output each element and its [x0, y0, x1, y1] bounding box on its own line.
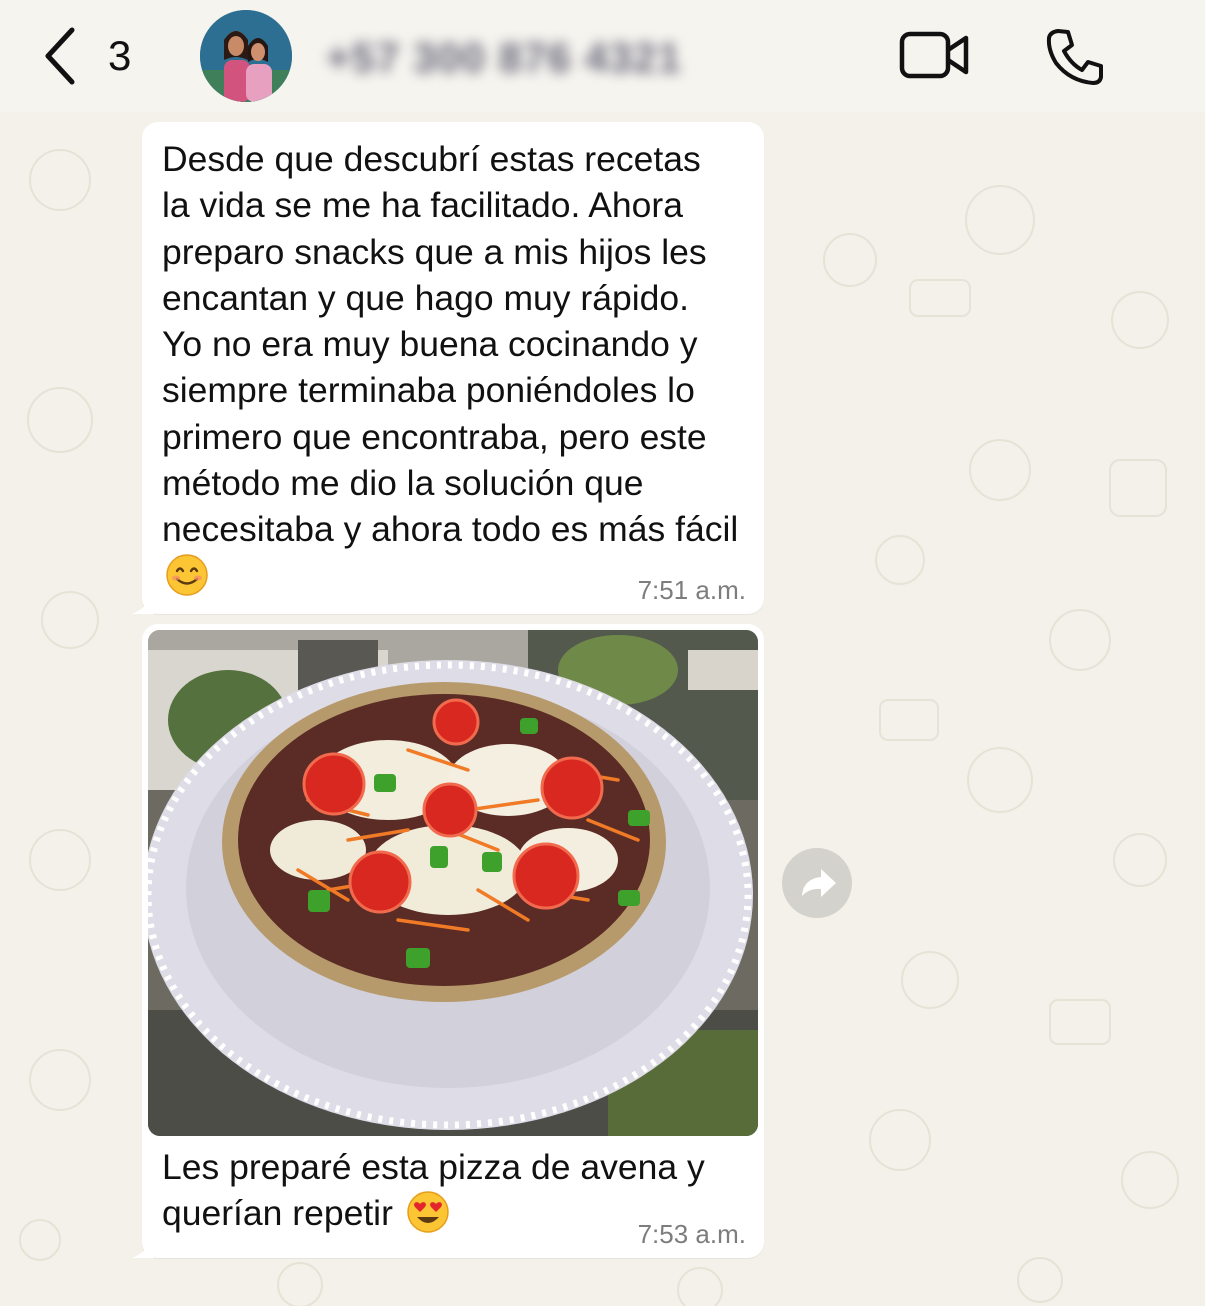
contact-photo — [200, 10, 292, 102]
bubble-tail — [132, 1240, 154, 1258]
photo-message-bubble[interactable]: Les preparé esta pizza de avena y quería… — [132, 624, 764, 1258]
avatar[interactable] — [200, 10, 292, 102]
message-time: 7:51 a.m. — [637, 575, 746, 605]
video-call-button[interactable] — [898, 28, 972, 82]
chat-header: 3 +57 300 876 4321 — [0, 0, 1205, 112]
chevron-left-icon — [45, 27, 75, 85]
pizza-photo[interactable] — [148, 630, 758, 1136]
contact-name[interactable]: +57 300 876 4321 — [326, 34, 682, 82]
pizza-image — [148, 630, 758, 1136]
forward-button[interactable] — [782, 848, 852, 918]
bubble-tail — [132, 596, 154, 614]
message-bubble[interactable]: Desde que descubrí estas recetas la vida… — [132, 122, 764, 614]
video-camera-icon — [899, 31, 969, 79]
heart-eyes-icon — [407, 1191, 449, 1234]
forward-arrow-icon — [802, 869, 836, 897]
voice-call-button[interactable] — [1044, 26, 1106, 88]
back-button[interactable] — [40, 24, 90, 88]
phone-icon — [1046, 29, 1103, 85]
unread-count[interactable]: 3 — [108, 30, 131, 82]
message-text: Desde que descubrí estas recetas la vida… — [162, 136, 762, 599]
message-body: Desde que descubrí estas recetas la vida… — [162, 139, 739, 550]
message-time: 7:53 a.m. — [637, 1219, 746, 1249]
smiling-face-icon — [166, 553, 208, 596]
